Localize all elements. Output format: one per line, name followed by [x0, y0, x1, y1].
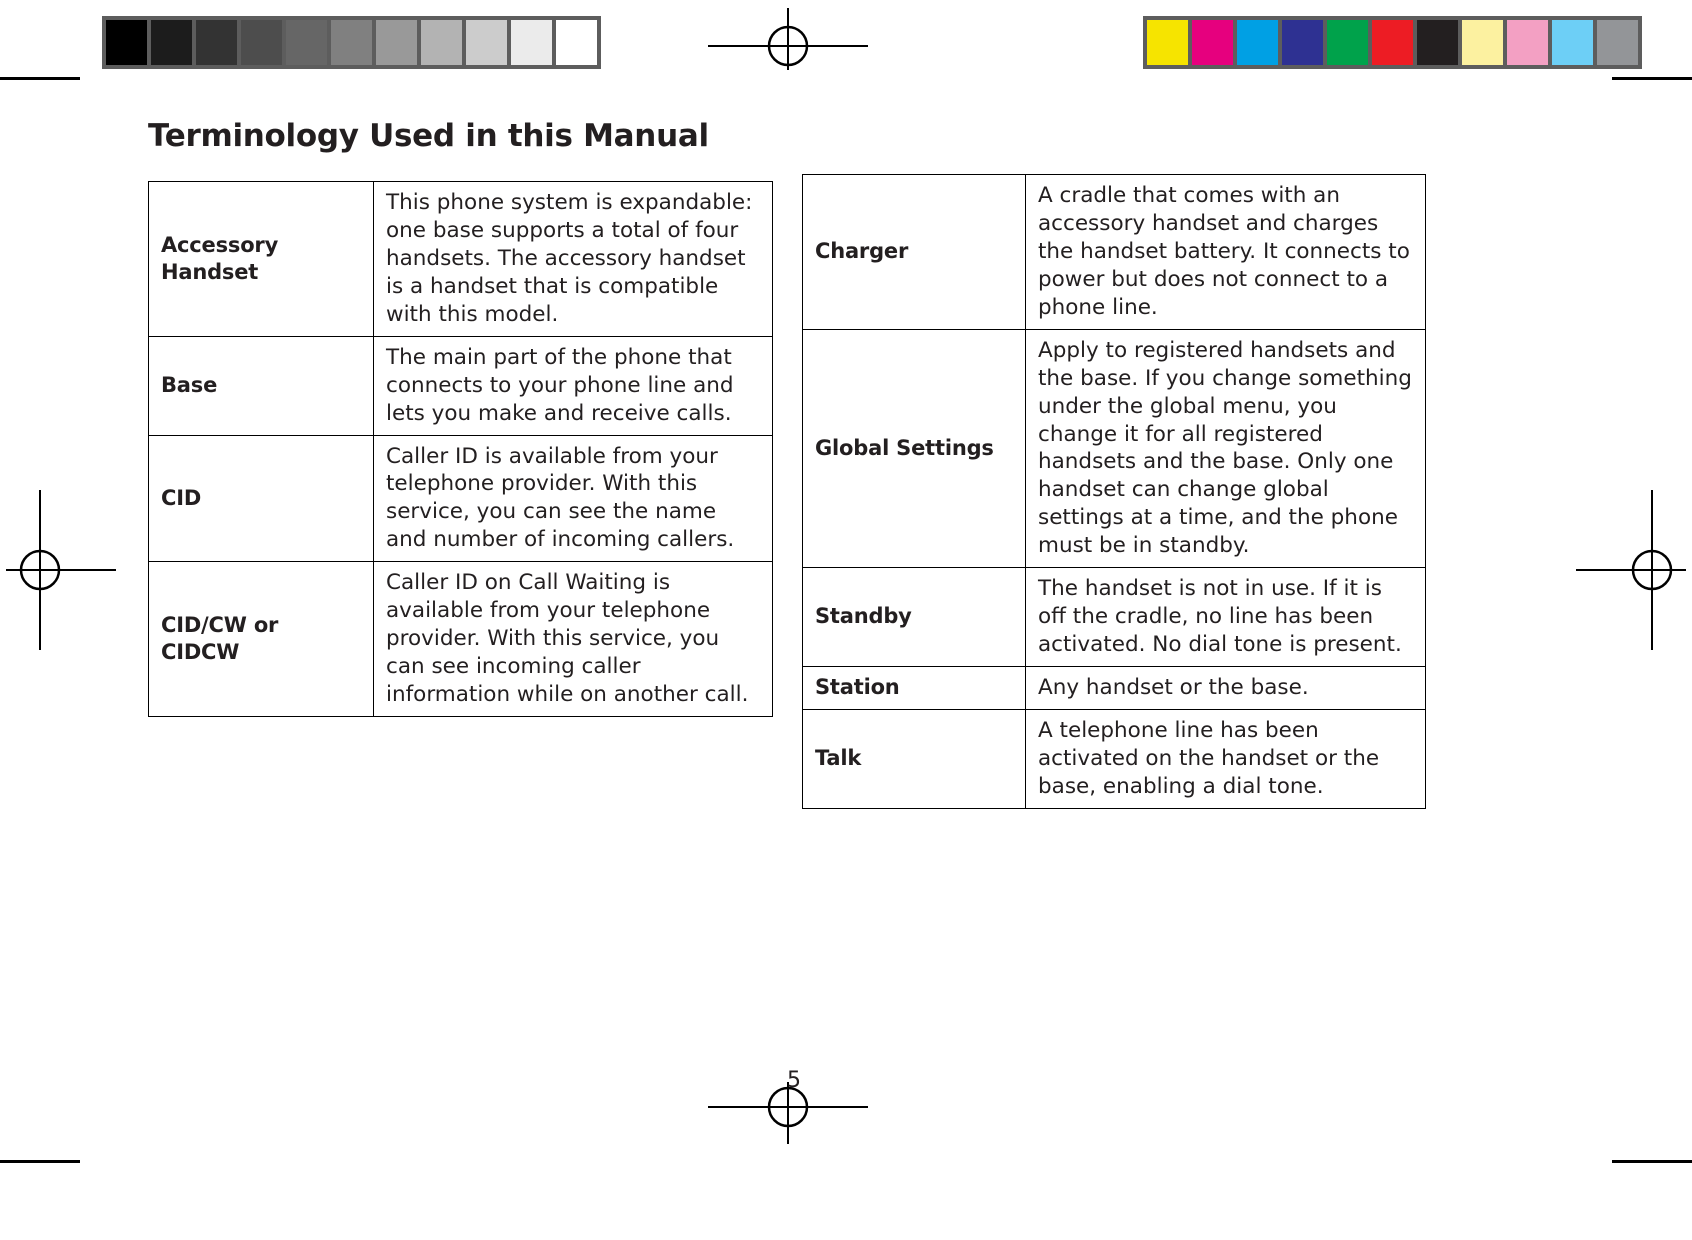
grayscale-swatch-2 — [196, 20, 237, 65]
color-swatch-9 — [1552, 20, 1593, 65]
term-definition: Caller ID on Call Waiting is available f… — [373, 561, 773, 717]
grayscale-swatch-4 — [286, 20, 327, 65]
term-definition: Apply to registered handsets and the bas… — [1025, 328, 1426, 569]
color-swatch-6 — [1417, 20, 1458, 65]
term-definition: The main part of the phone that connects… — [373, 335, 773, 436]
term-label: Station — [802, 666, 1026, 710]
page-number-value: 5 — [787, 1068, 801, 1093]
grayscale-swatch-9 — [511, 20, 552, 65]
table-row: Standby The handset is not in use. If it … — [802, 567, 1426, 667]
term-definition: A cradle that comes with an accessory ha… — [1025, 174, 1426, 330]
color-swatch-10 — [1597, 20, 1638, 65]
term-label: Global Settings — [802, 328, 1026, 569]
grayscale-swatch-10 — [556, 20, 597, 65]
term-label: CID — [148, 434, 374, 563]
registration-mark-right-icon — [1576, 490, 1686, 650]
table-row: Station Any handset or the base. — [802, 666, 1426, 710]
color-swatch-3 — [1282, 20, 1323, 65]
grayscale-swatch-5 — [331, 20, 372, 65]
term-definition: A telephone line has been activated on t… — [1025, 708, 1426, 809]
page-title: Terminology Used in this Manual — [148, 118, 709, 154]
grayscale-swatch-3 — [241, 20, 282, 65]
crop-mark-bottom-right — [1612, 1160, 1692, 1240]
terminology-table-left-body: Accessory Handset This phone system is ex… — [148, 181, 773, 717]
color-swatch-8 — [1507, 20, 1548, 65]
terminology-table-right: Charger A cradle that comes with an acces… — [802, 174, 1426, 809]
term-definition: Any handset or the base. — [1025, 666, 1426, 710]
table-row: CID/CW or CIDCW Caller ID on Call Waiting… — [148, 561, 773, 717]
color-swatch-7 — [1462, 20, 1503, 65]
term-label: Base — [148, 335, 374, 436]
color-swatch-4 — [1327, 20, 1368, 65]
table-row: Charger A cradle that comes with an acces… — [802, 174, 1426, 330]
color-swatch-1 — [1192, 20, 1233, 65]
registration-mark-top-icon — [708, 8, 868, 70]
color-swatch-2 — [1237, 20, 1278, 65]
table-row: CID Caller ID is available from your tele… — [148, 434, 773, 563]
color-calibration-strip — [1143, 16, 1642, 69]
crop-mark-bottom-left — [0, 1160, 80, 1240]
grayscale-swatch-1 — [151, 20, 192, 65]
grayscale-swatch-0 — [106, 20, 147, 65]
scanned-manual-page: Terminology Used in this Manual Accessor… — [0, 0, 1692, 1240]
term-label: Accessory Handset — [148, 181, 374, 337]
table-row: Talk A telephone line has been activated … — [802, 708, 1426, 809]
term-label: Standby — [802, 567, 1026, 667]
grayscale-swatch-7 — [421, 20, 462, 65]
page-number: 5 — [0, 1068, 1692, 1093]
grayscale-swatch-6 — [376, 20, 417, 65]
term-label: CID/CW or CIDCW — [148, 561, 374, 717]
registration-mark-left-icon — [6, 490, 116, 650]
term-label: Charger — [802, 174, 1026, 330]
term-label: Talk — [802, 708, 1026, 809]
terminology-table-left: Accessory Handset This phone system is ex… — [148, 181, 773, 717]
table-row: Base The main part of the phone that conn… — [148, 335, 773, 436]
table-row: Global Settings Apply to registered hands… — [802, 328, 1426, 569]
term-definition: This phone system is expandable: one bas… — [373, 181, 773, 337]
color-swatch-5 — [1372, 20, 1413, 65]
crop-mark-top-left — [0, 0, 80, 80]
term-definition: The handset is not in use. If it is off … — [1025, 567, 1426, 667]
grayscale-swatch-8 — [466, 20, 507, 65]
color-swatch-0 — [1147, 20, 1188, 65]
table-row: Accessory Handset This phone system is ex… — [148, 181, 773, 337]
terminology-table-right-body: Charger A cradle that comes with an acces… — [802, 174, 1426, 809]
grayscale-calibration-strip — [102, 16, 601, 69]
term-definition: Caller ID is available from your telepho… — [373, 434, 773, 563]
